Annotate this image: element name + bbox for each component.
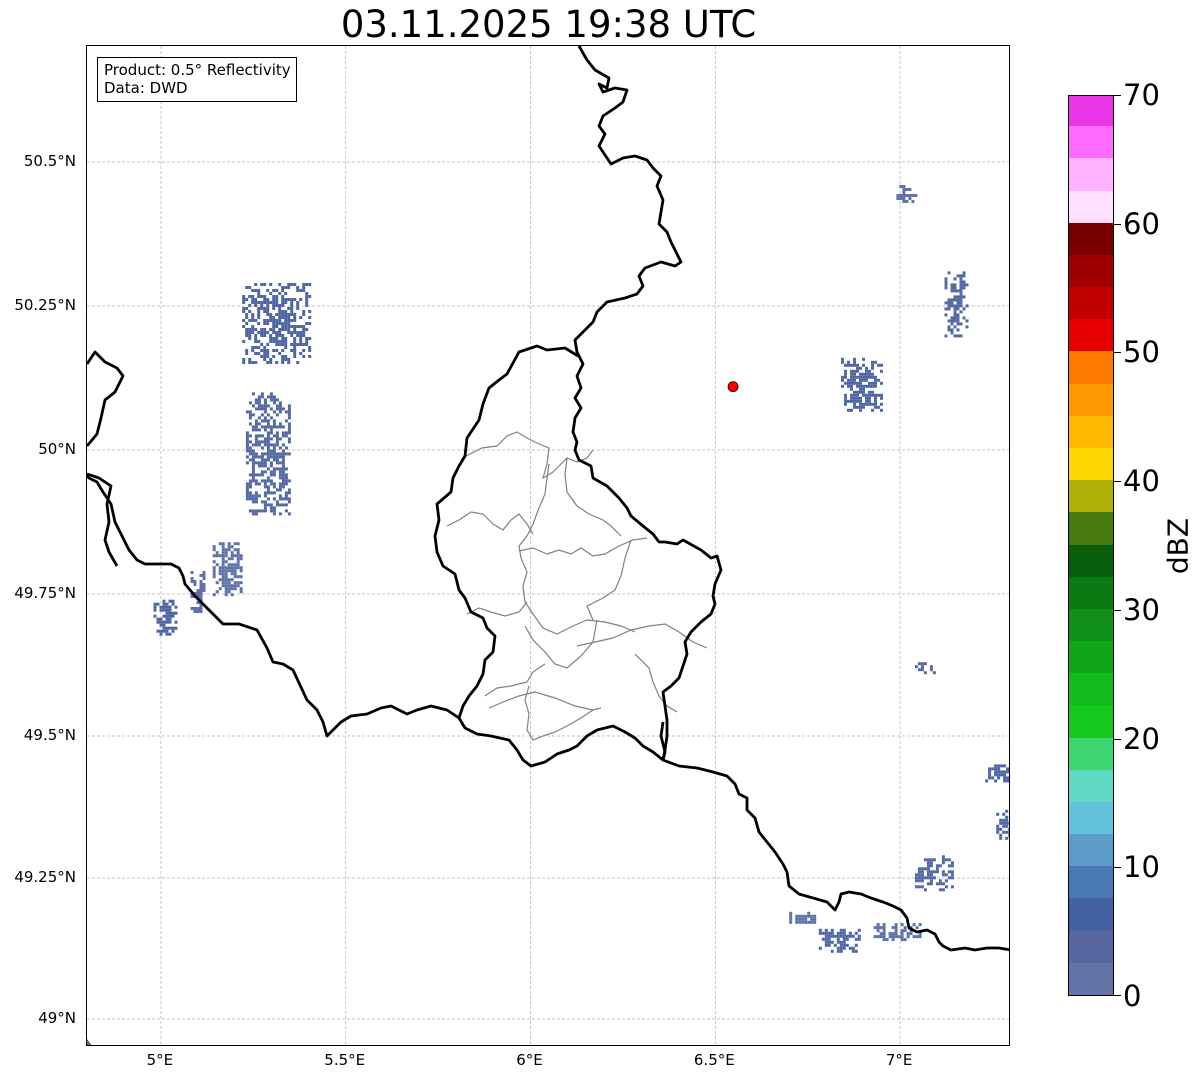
district-boundary	[634, 653, 678, 713]
echo-area	[789, 911, 817, 924]
colorbar-segment	[1069, 222, 1113, 255]
echo-area	[914, 662, 936, 675]
border-germany-west	[571, 46, 723, 761]
district-boundary	[518, 537, 648, 557]
district-boundary	[446, 511, 534, 535]
echo-area	[944, 271, 969, 338]
map-canvas	[87, 46, 1009, 1045]
lon-tick-label: 5°E	[146, 1051, 174, 1069]
lon-tick-label: 7°E	[885, 1051, 913, 1069]
colorbar-tick-label: 50	[1123, 335, 1160, 370]
radar-map	[86, 45, 1010, 1046]
district-boundary	[518, 463, 550, 559]
echo-area	[212, 542, 243, 597]
echo-area	[985, 764, 1009, 783]
info-box: Product: 0.5° Reflectivity Data: DWD	[97, 57, 297, 102]
district-boundary	[520, 557, 588, 635]
colorbar-tick	[1114, 738, 1121, 740]
colorbar-segment	[1069, 897, 1113, 931]
echo-area	[996, 809, 1009, 840]
lon-tick-label: 6°E	[516, 1051, 543, 1069]
colorbar-tick-label: 60	[1123, 206, 1160, 241]
lat-tick-label: 50.25°N	[14, 296, 76, 314]
district-boundary	[524, 685, 594, 741]
echo-area	[914, 855, 954, 892]
colorbar-segment	[1069, 383, 1113, 416]
gridlines	[87, 46, 1009, 1045]
colorbar-segment	[1069, 415, 1113, 448]
colorbar-tick-label: 0	[1123, 979, 1142, 1013]
colorbar-segment	[1069, 125, 1113, 159]
colorbar-tick-label: 20	[1123, 721, 1160, 756]
national-borders	[87, 46, 1009, 952]
radar-site-marker	[727, 381, 739, 393]
colorbar-segment	[1069, 318, 1113, 352]
echo-area	[153, 599, 178, 636]
colorbar-segment	[1069, 350, 1113, 384]
colorbar-segment	[1069, 511, 1113, 545]
echo-area	[841, 357, 883, 412]
lat-tick-label: 50.5°N	[23, 152, 76, 170]
map-title: 03.11.2025 19:38 UTC	[340, 3, 757, 46]
data-source-label: Data: DWD	[104, 79, 188, 97]
lat-tick-label: 49°N	[38, 1009, 76, 1027]
colorbar-segment	[1069, 801, 1113, 835]
lat-tick-label: 49.5°N	[23, 726, 76, 744]
colorbar-tick	[1114, 481, 1121, 483]
radar-echoes	[153, 185, 1009, 953]
district-boundary	[586, 619, 636, 633]
colorbar-segment	[1069, 96, 1113, 127]
lon-tick-label: 5.5°E	[324, 1051, 366, 1069]
colorbar-tick	[1114, 223, 1121, 225]
colorbar-segment	[1069, 769, 1113, 802]
colorbar-tick-label: 10	[1123, 850, 1160, 885]
colorbar-segment	[1069, 189, 1113, 223]
colorbar-tick	[1114, 995, 1121, 996]
colorbar-segment	[1069, 254, 1113, 288]
lon-tick-label: 6.5°E	[693, 1051, 735, 1069]
colorbar	[1068, 95, 1114, 996]
colorbar-segment	[1069, 447, 1113, 481]
echo-area	[818, 928, 861, 953]
colorbar-segment	[1069, 930, 1113, 963]
colorbar-segment	[1069, 286, 1113, 320]
product-label: Product: 0.5° Reflectivity	[104, 61, 291, 79]
colorbar-segment	[1069, 157, 1113, 191]
colorbar-tick	[1114, 352, 1121, 354]
echo-area	[242, 283, 312, 364]
colorbar-segment	[1069, 576, 1113, 609]
colorbar-tick-label: 30	[1123, 592, 1160, 627]
lat-tick-label: 49.25°N	[14, 868, 76, 886]
colorbar-segment	[1069, 640, 1113, 674]
colorbar-unit-label: dBZ	[1161, 517, 1195, 575]
internal-boundaries	[446, 431, 708, 741]
border-luxembourg-france	[457, 717, 667, 768]
echo-area	[245, 392, 291, 516]
colorbar-tick	[1114, 95, 1121, 96]
colorbar-tick	[1114, 867, 1121, 869]
border-belgium-west-stub	[87, 350, 125, 447]
colorbar-segment	[1069, 736, 1113, 770]
colorbar-tick-label: 40	[1123, 464, 1160, 499]
colorbar-segment	[1069, 543, 1113, 577]
district-boundary	[488, 691, 602, 711]
lat-tick-label: 49.75°N	[14, 584, 76, 602]
colorbar-segment	[1069, 962, 1113, 995]
colorbar-segment	[1069, 672, 1113, 706]
map-corner-artifact	[87, 1039, 92, 1045]
colorbar-segment	[1069, 833, 1113, 867]
colorbar-segment	[1069, 704, 1113, 738]
colorbar-tick-label: 70	[1123, 78, 1160, 112]
colorbar-segment	[1069, 608, 1113, 642]
colorbar-tick	[1114, 609, 1121, 611]
district-boundary	[465, 431, 594, 480]
colorbar-segment	[1069, 865, 1113, 899]
district-boundary	[484, 663, 546, 697]
echo-area	[896, 185, 918, 203]
border-luxembourg-belgium	[433, 344, 579, 719]
lat-tick-label: 50°N	[38, 440, 76, 458]
colorbar-segment	[1069, 479, 1113, 513]
